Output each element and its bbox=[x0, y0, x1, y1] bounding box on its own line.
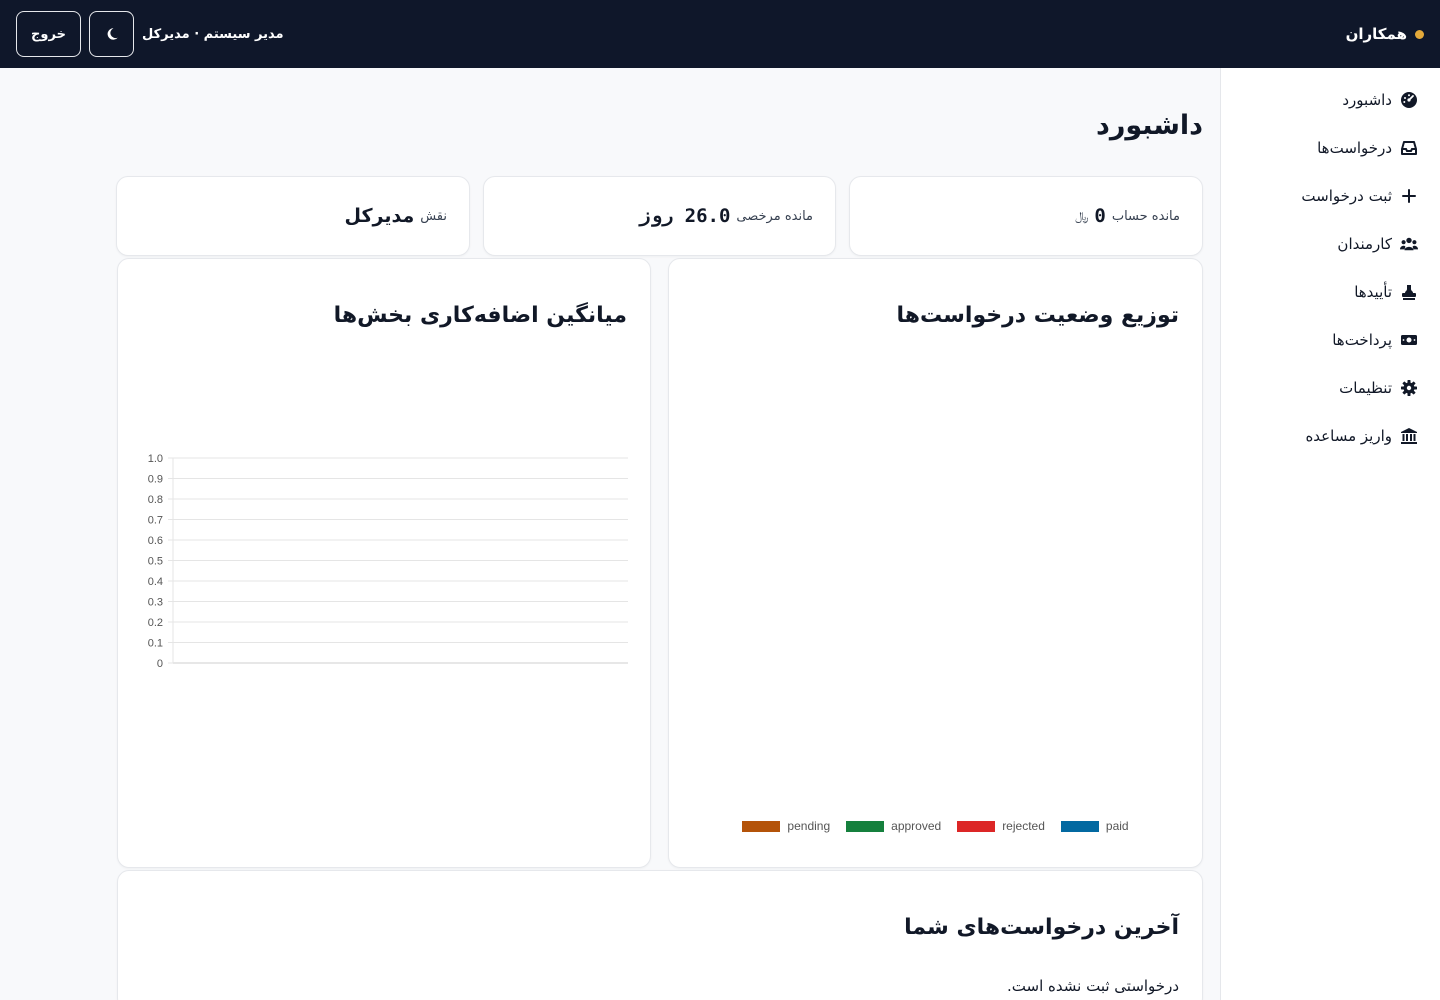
stat-leave-label: مانده مرخصی bbox=[736, 208, 813, 224]
sidebar-item-new-request[interactable]: ثبت درخواست bbox=[1221, 172, 1440, 220]
sidebar-item-label: ثبت درخواست bbox=[1301, 187, 1392, 205]
logout-button[interactable]: خروج bbox=[16, 11, 81, 57]
moon-icon bbox=[107, 28, 118, 40]
legend-swatch bbox=[742, 820, 781, 832]
top-bar-user-area: مدیر سیستم · مدیرکل خروج bbox=[16, 11, 284, 57]
stat-balance-label: مانده حساب bbox=[1111, 208, 1180, 224]
stat-balance-unit: ﷼ bbox=[1075, 208, 1089, 223]
sidebar-item-label: واریز مساعده bbox=[1305, 427, 1392, 445]
y-tick-label: 0.8 bbox=[148, 494, 163, 506]
y-tick-label: 0.2 bbox=[148, 617, 163, 629]
legend-swatch bbox=[957, 820, 996, 832]
stat-card-leave: مانده مرخصی 26.0 روز bbox=[483, 176, 836, 256]
y-tick-label: 0.7 bbox=[148, 515, 163, 527]
sidebar-item-approvals[interactable]: تأییدها bbox=[1221, 268, 1440, 316]
brand-name: همکاران bbox=[1345, 25, 1407, 43]
gear-icon bbox=[1400, 379, 1418, 397]
theme-toggle-button[interactable] bbox=[89, 11, 134, 57]
users-icon bbox=[1400, 235, 1418, 253]
plus-icon bbox=[1400, 187, 1418, 205]
y-tick-label: 0.5 bbox=[148, 556, 163, 568]
sidebar-item-advance-deposit[interactable]: واریز مساعده bbox=[1221, 412, 1440, 460]
y-tick-label: 0.1 bbox=[148, 638, 163, 650]
recent-requests-title: آخرین درخواست‌های شما bbox=[904, 915, 1179, 940]
legend-item-approved[interactable]: approved bbox=[846, 819, 941, 833]
sidebar-item-label: درخواست‌ها bbox=[1317, 139, 1392, 157]
overtime-bar-chart: 1.0 0.9 0.8 0.7 0.6 0.5 0.4 0.3 0.2 0.1 0 bbox=[148, 453, 628, 670]
sidebar-item-label: کارمندان bbox=[1337, 235, 1392, 253]
sidebar-item-dashboard[interactable]: داشبورد bbox=[1221, 76, 1440, 124]
status-chart-card: توزیع وضعیت درخواست‌ها pending approved re… bbox=[668, 258, 1203, 868]
y-tick-label: 0.3 bbox=[148, 597, 163, 609]
page-title: داشبورد bbox=[1095, 110, 1203, 141]
legend-swatch bbox=[1060, 820, 1099, 832]
brand[interactable]: همکاران bbox=[1346, 25, 1424, 43]
money-bill-icon bbox=[1400, 331, 1418, 349]
y-tick-label: 0 bbox=[157, 658, 163, 670]
legend-label: pending bbox=[787, 819, 831, 833]
legend-label: paid bbox=[1105, 819, 1129, 833]
sidebar-item-settings[interactable]: تنظیمات bbox=[1221, 364, 1440, 412]
recent-requests-card: آخرین درخواست‌های شما درخواستی ثبت نشده … bbox=[117, 870, 1203, 1000]
stat-card-role: نقش مدیرکل bbox=[116, 176, 470, 256]
stat-role-label: نقش bbox=[420, 208, 447, 224]
status-chart-legend: pending approved rejected paid bbox=[669, 819, 1202, 833]
legend-item-pending[interactable]: pending bbox=[742, 819, 830, 833]
sidebar-item-requests[interactable]: درخواست‌ها bbox=[1221, 124, 1440, 172]
stamp-icon bbox=[1400, 283, 1418, 301]
legend-item-paid[interactable]: paid bbox=[1060, 819, 1129, 833]
sidebar-item-label: تنظیمات bbox=[1339, 379, 1392, 397]
status-chart-title: توزیع وضعیت درخواست‌ها bbox=[896, 303, 1179, 328]
stat-card-balance: مانده حساب 0 ﷼ bbox=[849, 176, 1203, 256]
user-info: مدیر سیستم · مدیرکل bbox=[142, 26, 284, 42]
overtime-chart-card: میانگین اضافه‌کاری بخش‌ها 1.0 0.9 0.8 0.7 0.… bbox=[117, 258, 651, 868]
sidebar-item-employees[interactable]: کارمندان bbox=[1221, 220, 1440, 268]
legend-swatch bbox=[846, 820, 885, 832]
sidebar-item-label: پرداخت‌ها bbox=[1332, 331, 1392, 349]
legend-item-rejected[interactable]: rejected bbox=[957, 819, 1045, 833]
bank-icon bbox=[1400, 427, 1418, 445]
y-tick-label: 0.9 bbox=[148, 474, 163, 486]
dashboard-gauge-icon bbox=[1400, 91, 1418, 109]
inbox-icon bbox=[1400, 139, 1418, 157]
recent-requests-empty-message: درخواستی ثبت نشده است. bbox=[1007, 977, 1179, 995]
y-tick-label: 1.0 bbox=[148, 453, 163, 465]
top-bar: همکاران مدیر سیستم · مدیرکل خروج bbox=[0, 0, 1440, 68]
stat-role-value: مدیرکل bbox=[344, 205, 415, 227]
sidebar: داشبورد درخواست‌ها ثبت درخواست کارمندان … bbox=[1220, 68, 1440, 1000]
sidebar-item-payments[interactable]: پرداخت‌ها bbox=[1221, 316, 1440, 364]
sidebar-item-label: تأییدها bbox=[1354, 283, 1392, 301]
y-tick-label: 0.6 bbox=[148, 535, 163, 547]
main-content: داشبورد مانده حساب 0 ﷼ مانده مرخصی 26.0 … bbox=[0, 68, 1220, 1000]
y-tick-label: 0.4 bbox=[148, 576, 163, 588]
stat-balance-value: 0 bbox=[1094, 205, 1106, 227]
sidebar-item-label: داشبورد bbox=[1342, 91, 1392, 109]
legend-label: rejected bbox=[1002, 819, 1045, 833]
legend-label: approved bbox=[891, 819, 942, 833]
stat-leave-value: 26.0 روز bbox=[638, 205, 731, 227]
brand-dot-icon bbox=[1415, 29, 1424, 39]
